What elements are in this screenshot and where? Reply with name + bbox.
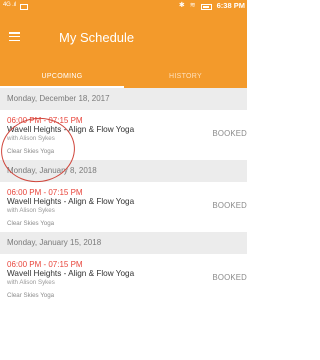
- date-header: Monday, January 15, 2018: [0, 232, 247, 254]
- booking-status: BOOKED: [212, 129, 247, 138]
- class-name: Wavell Heights - Align & Flow Yoga: [7, 197, 135, 206]
- instructor-name: with Alison Sykes: [7, 207, 55, 214]
- network-type: 4G: [3, 2, 11, 8]
- battery-icon: [200, 3, 212, 10]
- status-bar: 4G .ıl ✱ ≋ 6:38 PM: [0, 0, 247, 11]
- booking-time: 06:00 PM - 07:15 PM: [7, 188, 83, 197]
- booking-time: 06:00 PM - 07:15 PM: [7, 260, 83, 269]
- class-name: Wavell Heights - Align & Flow Yoga: [7, 269, 135, 278]
- studio-name: Clear Skies Yoga: [7, 292, 55, 299]
- bluetooth-icon: ✱: [178, 2, 185, 9]
- tab-upcoming[interactable]: UPCOMING: [0, 66, 124, 88]
- wifi-icon: ≋: [189, 2, 196, 9]
- network-indicator: 4G .ıl: [3, 0, 16, 11]
- clock-time: 6:38 PM: [216, 1, 245, 10]
- app-toolbar: My Schedule: [0, 11, 247, 66]
- tab-bar: UPCOMING HISTORY: [0, 66, 247, 88]
- instructor-name: with Alison Sykes: [7, 279, 55, 286]
- booking-item[interactable]: 06:00 PM - 07:15 PM Wavell Heights - Ali…: [0, 254, 247, 302]
- image-notification-icon: [20, 3, 29, 10]
- studio-name: Clear Skies Yoga: [7, 220, 55, 227]
- booking-status: BOOKED: [212, 201, 247, 210]
- date-header: Monday, December 18, 2017: [0, 88, 247, 110]
- booking-item[interactable]: 06:00 PM - 07:15 PM Wavell Heights - Ali…: [0, 182, 247, 230]
- page-title: My Schedule: [59, 30, 135, 45]
- tab-history[interactable]: HISTORY: [124, 66, 247, 88]
- menu-icon[interactable]: [9, 32, 20, 42]
- booking-status: BOOKED: [212, 273, 247, 282]
- signal-icon: .ıl: [12, 2, 17, 8]
